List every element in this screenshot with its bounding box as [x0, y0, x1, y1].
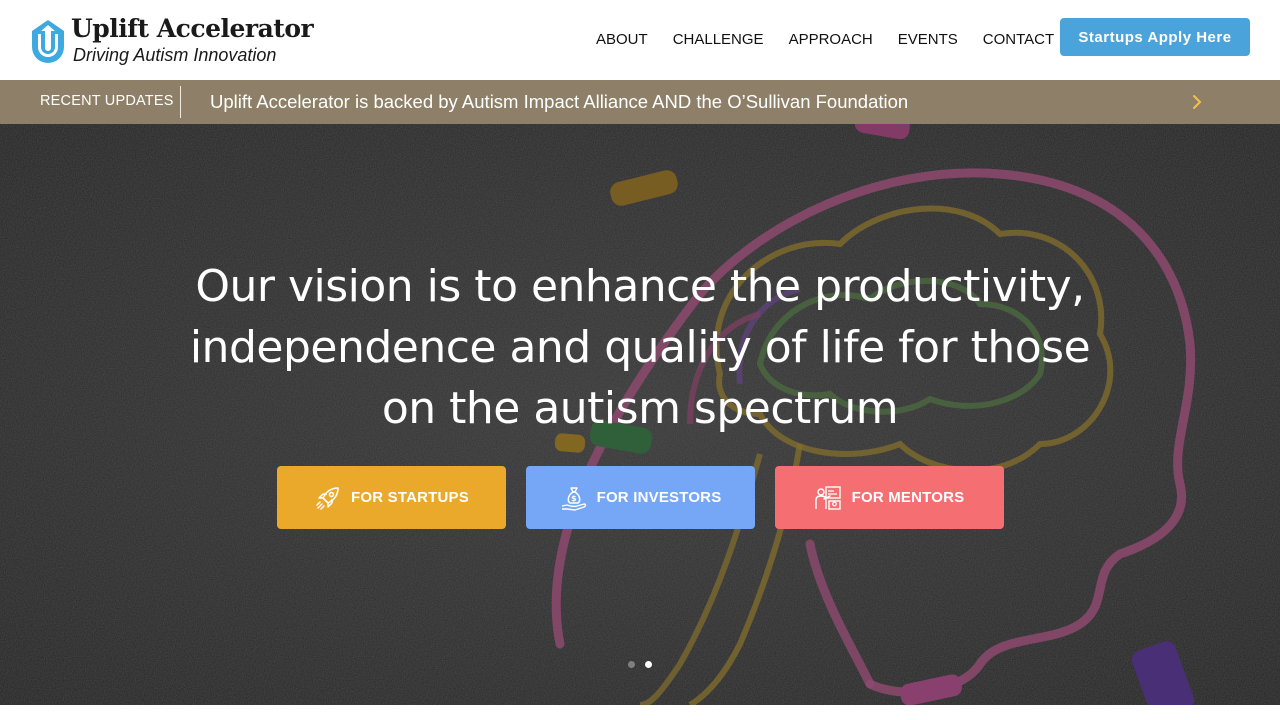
- slider-dot-1[interactable]: [628, 661, 635, 668]
- recent-updates-label: RECENT UPDATES: [40, 93, 174, 109]
- recent-updates-bar: RECENT UPDATES Uplift Accelerator is bac…: [0, 80, 1280, 124]
- for-mentors-label: FOR MENTORS: [851, 489, 965, 506]
- mentor-board-icon: [814, 485, 841, 510]
- slider-pagination: [628, 661, 662, 668]
- logo[interactable]: Uplift Accelerator Driving Autism Innova…: [32, 14, 314, 66]
- hero-slider: Our vision is to enhance the productivit…: [0, 124, 1280, 705]
- for-startups-button[interactable]: FOR STARTUPS: [277, 466, 506, 529]
- svg-text:$: $: [571, 494, 577, 503]
- nav-item-events[interactable]: EVENTS: [898, 30, 958, 50]
- chevron-right-icon[interactable]: [1188, 90, 1208, 114]
- brand-name: Uplift Accelerator: [71, 14, 314, 43]
- hero-title: Our vision is to enhance the productivit…: [189, 261, 1091, 434]
- nav-item-about[interactable]: ABOUT: [596, 30, 648, 50]
- nav-item-contact[interactable]: CONTACT: [983, 30, 1054, 50]
- page-bottom-strip: [0, 705, 1280, 720]
- for-mentors-button[interactable]: FOR MENTORS: [775, 466, 1004, 529]
- main-nav: ABOUT CHALLENGE APPROACH EVENTS CONTACT: [596, 30, 1079, 50]
- for-startups-label: FOR STARTUPS: [351, 489, 469, 506]
- slider-dot-2[interactable]: [645, 661, 652, 668]
- for-investors-button[interactable]: $ FOR INVESTORS: [526, 466, 755, 529]
- nav-item-challenge[interactable]: CHALLENGE: [673, 30, 764, 50]
- u-arrow-logo-icon: [32, 20, 64, 63]
- site-header: Uplift Accelerator Driving Autism Innova…: [0, 0, 1280, 80]
- nav-item-approach[interactable]: APPROACH: [789, 30, 873, 50]
- ticker-divider: [180, 86, 181, 118]
- rocket-icon: [316, 486, 339, 510]
- brand-tagline: Driving Autism Innovation: [73, 45, 277, 65]
- for-investors-label: FOR INVESTORS: [596, 489, 722, 506]
- startups-apply-button[interactable]: Startups Apply Here: [1060, 18, 1250, 56]
- money-bag-hand-icon: $: [561, 486, 586, 511]
- recent-update-headline[interactable]: Uplift Accelerator is backed by Autism I…: [210, 91, 908, 113]
